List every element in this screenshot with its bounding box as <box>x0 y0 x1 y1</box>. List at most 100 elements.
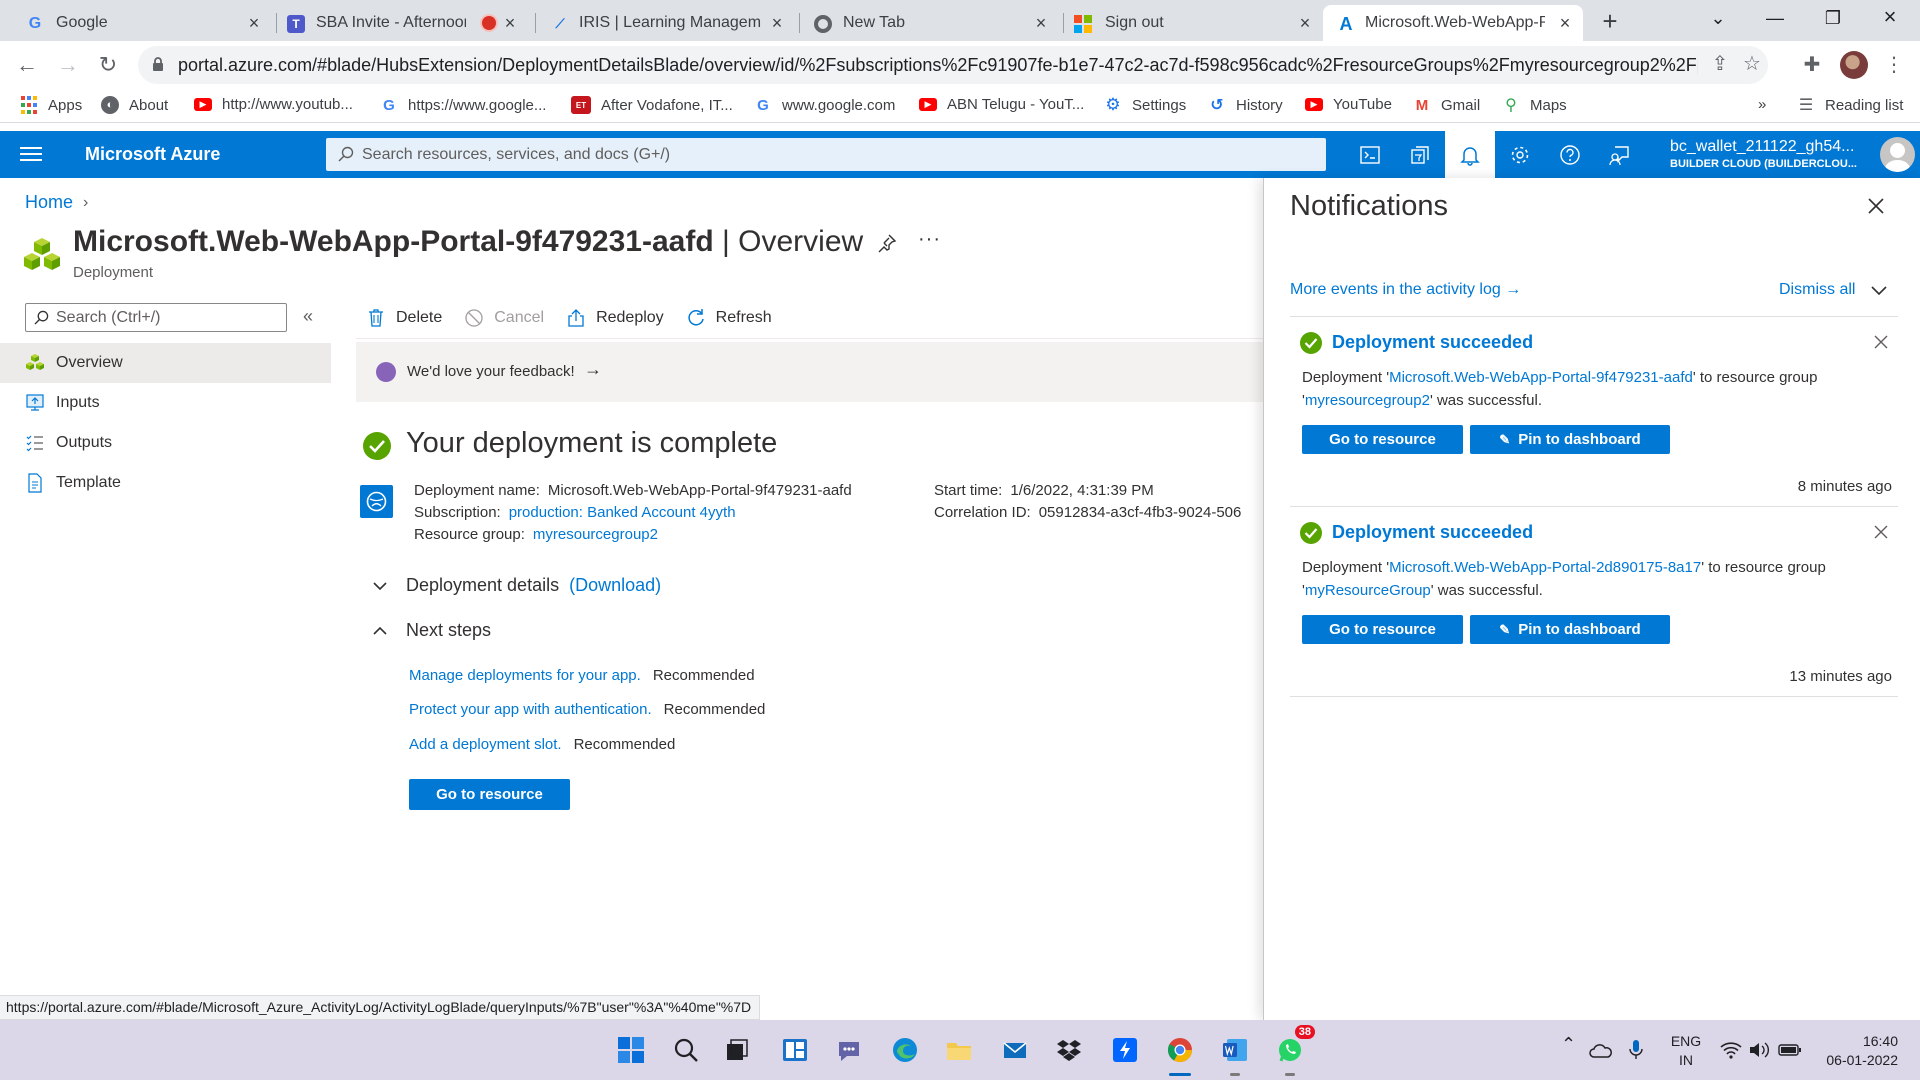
start-button[interactable] <box>614 1033 648 1067</box>
file-explorer-button[interactable] <box>942 1033 976 1067</box>
share-icon[interactable]: ⇪ <box>1708 52 1732 76</box>
close-icon[interactable] <box>1873 334 1889 350</box>
menu-item-overview[interactable]: Overview <box>0 343 331 383</box>
menu-item-inputs[interactable]: Inputs <box>0 383 331 423</box>
bookmark-maps[interactable]: ⚲ Maps <box>1502 96 1567 115</box>
teams-chat-button[interactable] <box>832 1033 866 1067</box>
word-button[interactable] <box>1218 1033 1252 1076</box>
tab-close-icon[interactable]: × <box>767 13 787 33</box>
back-button[interactable]: ← <box>14 52 40 78</box>
forward-button[interactable]: → <box>55 52 81 78</box>
feedback-banner[interactable]: We'd love your feedback! → <box>356 342 1264 402</box>
system-clock[interactable]: 16:40 06-01-2022 <box>1820 1032 1898 1070</box>
global-search-input[interactable] <box>362 138 1312 171</box>
cloud-shell-button[interactable] <box>1345 131 1395 178</box>
chevron-down-icon[interactable] <box>1870 284 1888 298</box>
close-window-button[interactable]: × <box>1870 4 1910 30</box>
refresh-button[interactable]: Refresh <box>686 308 772 328</box>
bookmark-star-icon[interactable]: ☆ <box>1740 52 1764 76</box>
directory-filter-button[interactable] <box>1395 131 1445 178</box>
input-language-indicator[interactable]: ENG IN <box>1668 1032 1704 1070</box>
browser-tab-new-tab[interactable]: New Tab × <box>801 5 1059 41</box>
bookmark-youtube-url[interactable]: ▶ http://www.youtub... <box>194 96 353 113</box>
browser-tab-google[interactable]: G Google × <box>6 5 272 41</box>
cancel-button[interactable]: Cancel <box>464 308 544 328</box>
volume-icon[interactable] <box>1748 1041 1770 1059</box>
bookmark-history[interactable]: ↺ History <box>1208 96 1282 115</box>
portal-menu-icon[interactable] <box>20 143 42 165</box>
bookmark-apps[interactable]: Apps <box>20 96 82 114</box>
deployment-link[interactable]: Microsoft.Web-WebApp-Portal-2d890175-8a1… <box>1389 559 1701 576</box>
breadcrumb-home[interactable]: Home <box>25 192 73 213</box>
go-to-resource-button[interactable]: Go to resource <box>409 779 570 810</box>
tab-search-chevron-icon[interactable]: ⌄ <box>1698 8 1738 29</box>
bookmark-youtube[interactable]: ▶ YouTube <box>1305 96 1392 113</box>
show-hidden-icons-button[interactable]: ⌃ <box>1561 1034 1576 1055</box>
settings-button[interactable] <box>1495 131 1545 178</box>
edge-button[interactable] <box>888 1033 922 1067</box>
notifications-button[interactable] <box>1445 131 1495 178</box>
dismiss-all-button[interactable]: Dismiss all <box>1779 281 1855 299</box>
bookmark-google-url[interactable]: G https://www.google... <box>380 96 546 114</box>
wifi-icon[interactable] <box>1720 1041 1742 1059</box>
taskbar-search-button[interactable] <box>669 1033 703 1067</box>
extensions-icon[interactable]: ✚ <box>1800 53 1824 77</box>
bookmark-vodafone[interactable]: ET After Vodafone, IT... <box>571 96 733 114</box>
address-bar[interactable]: portal.azure.com/#blade/HubsExtension/De… <box>138 46 1768 84</box>
maximize-button[interactable]: ❐ <box>1813 8 1853 29</box>
help-button[interactable] <box>1545 131 1595 178</box>
menu-item-outputs[interactable]: Outputs <box>0 423 331 463</box>
tab-close-icon[interactable]: × <box>1555 13 1575 33</box>
app-launcher-button[interactable] <box>1108 1033 1142 1067</box>
mail-button[interactable] <box>998 1033 1032 1067</box>
more-options-button[interactable]: ··· <box>918 228 941 251</box>
reading-list-button[interactable]: ☰ Reading list <box>1797 96 1904 115</box>
chrome-taskbar-button[interactable] <box>1163 1033 1197 1076</box>
pin-icon[interactable] <box>876 232 898 254</box>
onedrive-icon[interactable] <box>1589 1042 1613 1058</box>
activity-log-link[interactable]: More events in the activity log → <box>1290 281 1521 299</box>
tab-close-icon[interactable]: × <box>500 13 520 33</box>
menu-item-template[interactable]: Template <box>0 463 331 503</box>
bookmark-about[interactable]: ◐ About <box>101 96 168 114</box>
task-view-button[interactable] <box>720 1033 754 1067</box>
minimize-button[interactable]: — <box>1755 8 1795 29</box>
go-to-resource-button[interactable]: Go to resource <box>1302 425 1463 454</box>
bookmark-settings[interactable]: ⚙ Settings <box>1104 95 1186 114</box>
browser-tab-sign-out[interactable]: Sign out × <box>1065 5 1323 41</box>
dropbox-button[interactable] <box>1052 1033 1086 1067</box>
notification-title[interactable]: Deployment succeeded <box>1332 332 1533 353</box>
whatsapp-button[interactable]: 38 <box>1273 1025 1315 1076</box>
redeploy-button[interactable]: Redeploy <box>566 308 664 328</box>
azure-brand[interactable]: Microsoft Azure <box>85 144 220 165</box>
collapse-menu-button[interactable]: « <box>303 306 313 327</box>
tab-close-icon[interactable]: × <box>1295 13 1315 33</box>
subscription-link[interactable]: production: Banked Account 4yyth <box>509 504 736 521</box>
next-step-link[interactable]: Add a deployment slot. <box>409 736 562 753</box>
go-to-resource-button[interactable]: Go to resource <box>1302 615 1463 644</box>
download-link[interactable]: (Download) <box>569 575 661 596</box>
bookmarks-overflow-button[interactable]: » <box>1758 96 1766 113</box>
close-icon[interactable] <box>1866 196 1886 216</box>
pin-to-dashboard-button[interactable]: ✎ Pin to dashboard <box>1470 615 1670 644</box>
delete-button[interactable]: Delete <box>366 308 442 328</box>
microphone-icon[interactable] <box>1628 1039 1644 1061</box>
notification-title[interactable]: Deployment succeeded <box>1332 522 1533 543</box>
resource-group-link[interactable]: myresourcegroup2 <box>533 526 658 543</box>
menu-search[interactable] <box>25 303 287 332</box>
global-search[interactable] <box>326 138 1326 171</box>
battery-icon[interactable] <box>1778 1042 1802 1058</box>
close-icon[interactable] <box>1873 524 1889 540</box>
account-menu[interactable]: bc_wallet_211122_gh54... BUILDER CLOUD (… <box>1670 138 1857 170</box>
resource-group-link[interactable]: myresourcegroup2 <box>1305 392 1430 409</box>
pin-to-dashboard-button[interactable]: ✎ Pin to dashboard <box>1470 425 1670 454</box>
next-steps-toggle[interactable]: Next steps <box>372 620 491 641</box>
deployment-details-toggle[interactable]: Deployment details (Download) <box>372 575 661 596</box>
resource-group-link[interactable]: myResourceGroup <box>1305 582 1431 599</box>
widgets-button[interactable] <box>778 1033 812 1067</box>
chrome-menu-icon[interactable]: ⋮ <box>1882 53 1906 77</box>
browser-tab-iris[interactable]: ⟋ IRIS | Learning Managemen × <box>537 5 795 41</box>
next-step-link[interactable]: Manage deployments for your app. <box>409 667 641 684</box>
tab-close-icon[interactable]: × <box>244 13 264 33</box>
profile-avatar[interactable] <box>1840 51 1868 79</box>
